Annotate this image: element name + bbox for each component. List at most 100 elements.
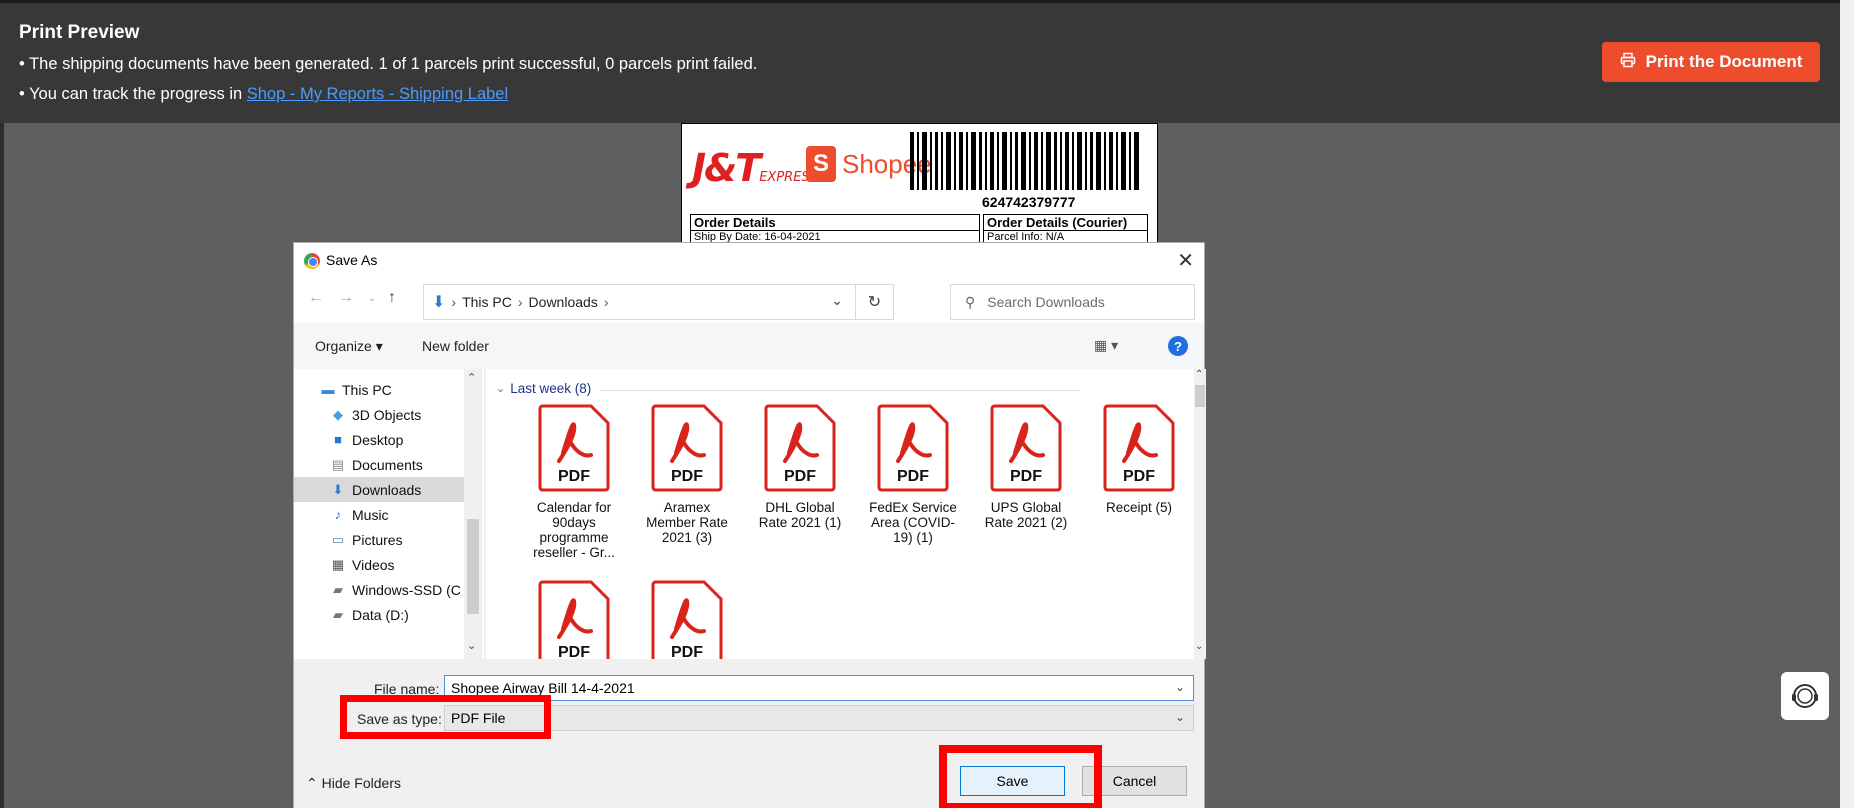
- chevron-down-icon[interactable]: ⌄: [1175, 680, 1185, 694]
- order-details-heading: Order Details: [691, 215, 979, 231]
- download-icon: ⬇: [332, 481, 344, 497]
- sidebar-item-label: Downloads: [352, 481, 422, 498]
- dialog-titlebar: Save As ✕: [294, 243, 1204, 277]
- scroll-down-icon[interactable]: ⌄: [467, 639, 476, 652]
- search-placeholder: Search Downloads: [987, 294, 1105, 310]
- file-name-input[interactable]: Shopee Airway Bill 14-4-2021 ⌄: [444, 675, 1194, 701]
- refresh-icon[interactable]: ↻: [855, 285, 893, 319]
- file-item[interactable]: PDF Calendar for 90days programme resell…: [526, 403, 622, 560]
- sidebar-item-documents[interactable]: ▤ Documents: [330, 452, 484, 477]
- pdf-file-icon: PDF: [877, 404, 949, 492]
- progress-message-prefix: • You can track the progress in: [19, 85, 247, 103]
- breadcrumb-separator-icon: ›: [603, 294, 609, 310]
- address-bar[interactable]: ⬇ › This PC › Downloads › ⌄ ↻: [423, 284, 894, 320]
- pdf-file-icon: PDF: [990, 404, 1062, 492]
- search-icon: ⚲: [965, 293, 976, 310]
- pictures-icon: ▭: [331, 531, 345, 547]
- scroll-down-icon[interactable]: ⌄: [1195, 641, 1203, 652]
- file-item[interactable]: PDF Aramex Member Rate 2021 (3): [639, 403, 735, 545]
- back-icon[interactable]: ←: [308, 289, 324, 307]
- sidebar-item-videos[interactable]: ▦ Videos: [330, 552, 484, 577]
- svg-text:PDF: PDF: [897, 468, 929, 485]
- pdf-file-icon: PDF: [538, 404, 610, 492]
- documents-icon: ▤: [331, 456, 345, 472]
- breadcrumb-separator-icon: ›: [517, 294, 523, 310]
- organize-menu[interactable]: Organize ▾: [315, 338, 383, 355]
- scrollbar-thumb[interactable]: [1195, 385, 1205, 407]
- sidebar-item-label: Data (D:): [352, 606, 409, 623]
- file-item[interactable]: PDF DHL Global Rate 2021 (1): [752, 403, 848, 530]
- search-box[interactable]: ⚲ Search Downloads: [950, 284, 1195, 320]
- navigation-scrollbar[interactable]: ⌃ ⌄: [464, 369, 482, 659]
- print-preview-header: Print Preview • The shipping documents h…: [0, 3, 1840, 123]
- navigation-pane: ▬ This PC ◆ 3D Objects ■ Desktop ▤ Documents…: [294, 369, 484, 659]
- page-scrollbar[interactable]: [1840, 0, 1854, 811]
- sidebar-item-3d-objects[interactable]: ◆ 3D Objects: [330, 402, 484, 427]
- chevron-down-icon[interactable]: ⌄: [1175, 710, 1185, 724]
- highlight-box-save: [939, 745, 1102, 811]
- chat-support-button[interactable]: [1781, 672, 1829, 720]
- new-folder-button[interactable]: New folder: [422, 338, 489, 354]
- hide-folders-button[interactable]: ⌃ Hide Folders: [306, 775, 401, 792]
- progress-message: • You can track the progress in Shop - M…: [19, 85, 508, 104]
- reports-link[interactable]: Shop - My Reports - Shipping Label: [247, 85, 508, 103]
- file-item[interactable]: PDF: [639, 579, 735, 659]
- address-dropdown-icon[interactable]: ⌄: [831, 292, 843, 309]
- file-item[interactable]: PDF FedEx Service Area (COVID-19) (1): [865, 403, 961, 545]
- save-as-type-select[interactable]: PDF File ⌄: [444, 705, 1194, 731]
- breadcrumb-this-pc[interactable]: This PC: [462, 294, 512, 310]
- cube-icon: ◆: [333, 406, 343, 422]
- close-icon[interactable]: ✕: [1177, 248, 1194, 273]
- sidebar-item-desktop[interactable]: ■ Desktop: [330, 427, 484, 452]
- svg-text:PDF: PDF: [1010, 468, 1042, 485]
- music-icon: ♪: [334, 507, 342, 522]
- sidebar-item-pictures[interactable]: ▭ Pictures: [330, 527, 484, 552]
- sidebar-item-label: 3D Objects: [352, 406, 422, 423]
- videos-icon: ▦: [331, 556, 345, 572]
- shipping-label-preview: J&TEXPRESS S Shopee 624742379777 Order D…: [681, 123, 1158, 248]
- printer-icon: [1620, 52, 1636, 73]
- print-document-button[interactable]: Print the Document: [1602, 42, 1820, 82]
- svg-text:PDF: PDF: [784, 468, 816, 485]
- sidebar-item-music[interactable]: ♪ Music: [330, 502, 484, 527]
- file-list-scrollbar[interactable]: ⌃ ⌄: [1194, 369, 1206, 659]
- svg-text:PDF: PDF: [558, 644, 590, 659]
- file-name-value: Shopee Airway Bill 14-4-2021: [451, 680, 635, 696]
- view-options-icon[interactable]: ▦ ▾: [1094, 337, 1118, 354]
- up-icon[interactable]: ↑: [388, 289, 396, 307]
- save-as-dialog: Save As ✕ ← → ⌄ ↑ ⬇ › This PC › Download…: [293, 242, 1206, 811]
- scroll-up-icon[interactable]: ⌃: [467, 371, 476, 384]
- forward-icon[interactable]: →: [338, 289, 354, 307]
- file-item[interactable]: PDF UPS Global Rate 2021 (2): [978, 403, 1074, 530]
- sidebar-item-downloads[interactable]: ⬇ Downloads: [294, 477, 464, 502]
- sidebar-item-data-d[interactable]: ▰ Data (D:): [330, 602, 484, 627]
- courier-logo: J&TEXPRESS: [692, 146, 817, 190]
- scrollbar-thumb[interactable]: [467, 519, 479, 614]
- courier-logo-text: J&T: [692, 146, 761, 190]
- group-header-last-week[interactable]: ⌄ Last week (8): [496, 381, 1080, 396]
- scroll-up-icon[interactable]: ⌃: [1195, 369, 1203, 380]
- sidebar-item-windows-ssd[interactable]: ▰ Windows-SSD (C: [330, 577, 484, 602]
- dialog-title: Save As: [326, 252, 378, 268]
- sidebar-item-label: Videos: [352, 556, 395, 573]
- breadcrumb-separator-icon: ›: [451, 294, 457, 310]
- sidebar-item-this-pc[interactable]: ▬ This PC: [320, 377, 484, 402]
- recent-chevron-icon[interactable]: ⌄: [368, 293, 376, 304]
- pdf-file-icon: PDF: [651, 580, 723, 659]
- print-document-label: Print the Document: [1645, 52, 1803, 71]
- sidebar-item-label: Pictures: [352, 531, 403, 548]
- svg-text:PDF: PDF: [1123, 468, 1155, 485]
- group-label: Last week (8): [510, 381, 592, 396]
- sidebar-item-label: Windows-SSD (C: [352, 581, 461, 598]
- sidebar-item-label: Music: [352, 506, 389, 523]
- file-item[interactable]: PDF Receipt (5): [1091, 403, 1187, 515]
- help-icon[interactable]: ?: [1168, 336, 1188, 356]
- drive-icon: ▰: [333, 581, 343, 597]
- breadcrumb-downloads[interactable]: Downloads: [529, 294, 598, 310]
- file-item[interactable]: PDF: [526, 579, 622, 659]
- left-shadow: [0, 123, 4, 811]
- file-name: DHL Global Rate 2021 (1): [758, 500, 842, 530]
- hide-folders-label: Hide Folders: [321, 775, 401, 791]
- sidebar-item-label: Documents: [352, 456, 423, 473]
- headset-icon: [1792, 684, 1818, 708]
